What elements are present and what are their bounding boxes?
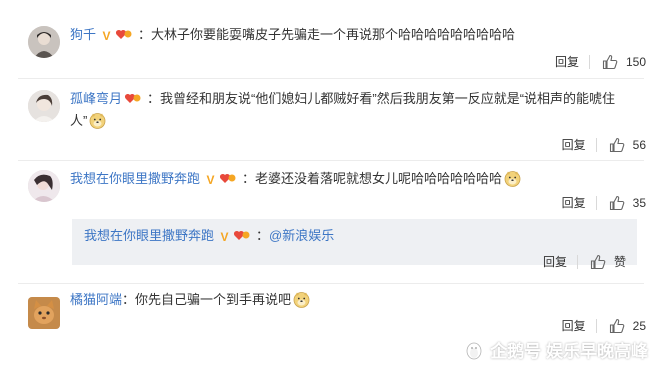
comment-text-row: 孤峰弯月 ：我曾经和朋友说“他们媳妇儿都贼好看”然后我朋友第一反应就是“说相声的能… [70,91,616,129]
comment-text: 人” [70,113,88,128]
like-label: 赞 [613,255,626,269]
mention-link[interactable]: @新浪娱乐 [269,228,334,243]
comment-text: 我曾经和朋友说“他们媳妇儿都贼好看”然后我朋友第一反应就是“说相声的能唬住 [160,91,616,106]
reply-button[interactable]: 回复 [543,253,577,270]
divider [18,78,644,79]
verified-badge-icon: V [102,29,111,43]
reply-button[interactable]: 回复 [562,136,596,153]
thumbs-up-icon [609,318,624,333]
separator [595,318,597,333]
verified-badge-icon: V [206,173,215,187]
quoted-reply-text-row: 我想在你眼里撒野奔跑 V ：@新浪娱乐 [84,228,335,244]
member-heart-icon [124,94,141,103]
member-heart-icon [115,30,132,39]
comment-actions: 回复 25 [562,317,646,334]
separator [595,137,597,152]
divider [18,283,644,284]
separator [576,254,578,269]
comment-username[interactable]: 橘猫阿端 [70,292,122,307]
comment-actions: 回复 56 [562,136,646,153]
avatar[interactable] [28,170,60,202]
doge-emoji-icon [504,171,521,187]
comment-text-row: 我想在你眼里撒野奔跑 V ：老婆还没着落呢就想女儿呢哈哈哈哈哈哈哈 [70,168,630,190]
member-heart-icon [233,231,250,240]
verified-badge-icon: V [220,230,229,244]
comment-username[interactable]: 孤峰弯月 [70,91,122,106]
comment-text: 老婆还没着落呢就想女儿呢哈哈哈哈哈哈哈 [255,171,503,186]
comment-username[interactable]: 狗千 [70,27,96,42]
quoted-username[interactable]: 我想在你眼里撒野奔跑 [84,228,214,243]
like-count: 56 [632,137,646,152]
thumbs-up-icon [609,137,624,152]
like-count: 35 [632,195,646,210]
doge-emoji-icon [293,292,310,308]
like-button[interactable]: 赞 [590,253,626,270]
like-count: 150 [625,54,646,69]
like-button[interactable]: 56 [609,137,646,153]
watermark-text: 企鹅号 娱乐早晚高峰 [490,342,648,361]
separator [588,54,590,69]
quoted-reply-actions: 回复 赞 [543,253,626,270]
comment-actions: 回复 150 [555,53,646,70]
separator [595,195,597,210]
avatar[interactable] [28,26,60,58]
thumbs-up-icon [609,195,624,210]
avatar[interactable] [28,90,60,122]
like-count: 25 [632,318,646,333]
reply-button[interactable]: 回复 [562,317,596,334]
like-button[interactable]: 35 [609,195,646,211]
comment-username[interactable]: 我想在你眼里撒野奔跑 [70,171,200,186]
like-button[interactable]: 150 [602,54,646,70]
doge-emoji-icon [89,113,106,129]
comment-actions: 回复 35 [562,194,646,211]
reply-button[interactable]: 回复 [555,53,589,70]
thumbs-up-icon [602,54,618,69]
comment-text: 你先自己骗一个到手再说吧 [135,292,292,307]
comment-text-row: 狗千 V ：大林子你要能耍嘴皮子先骗走一个再说那个哈哈哈哈哈哈哈哈哈 [70,27,516,43]
watermark: 企鹅号 娱乐早晚高峰 [464,337,648,362]
reply-button[interactable]: 回复 [562,194,596,211]
comment-text: 大林子你要能耍嘴皮子先骗走一个再说那个哈哈哈哈哈哈哈哈哈 [151,27,516,42]
divider [18,160,644,161]
comment-text-row: 橘猫阿端：你先自己骗一个到手再说吧 [70,289,630,311]
thumbs-up-icon [590,254,606,269]
avatar[interactable] [28,297,60,329]
penguin-logo-icon [466,342,482,359]
member-heart-icon [219,174,236,183]
like-button[interactable]: 25 [609,318,646,334]
